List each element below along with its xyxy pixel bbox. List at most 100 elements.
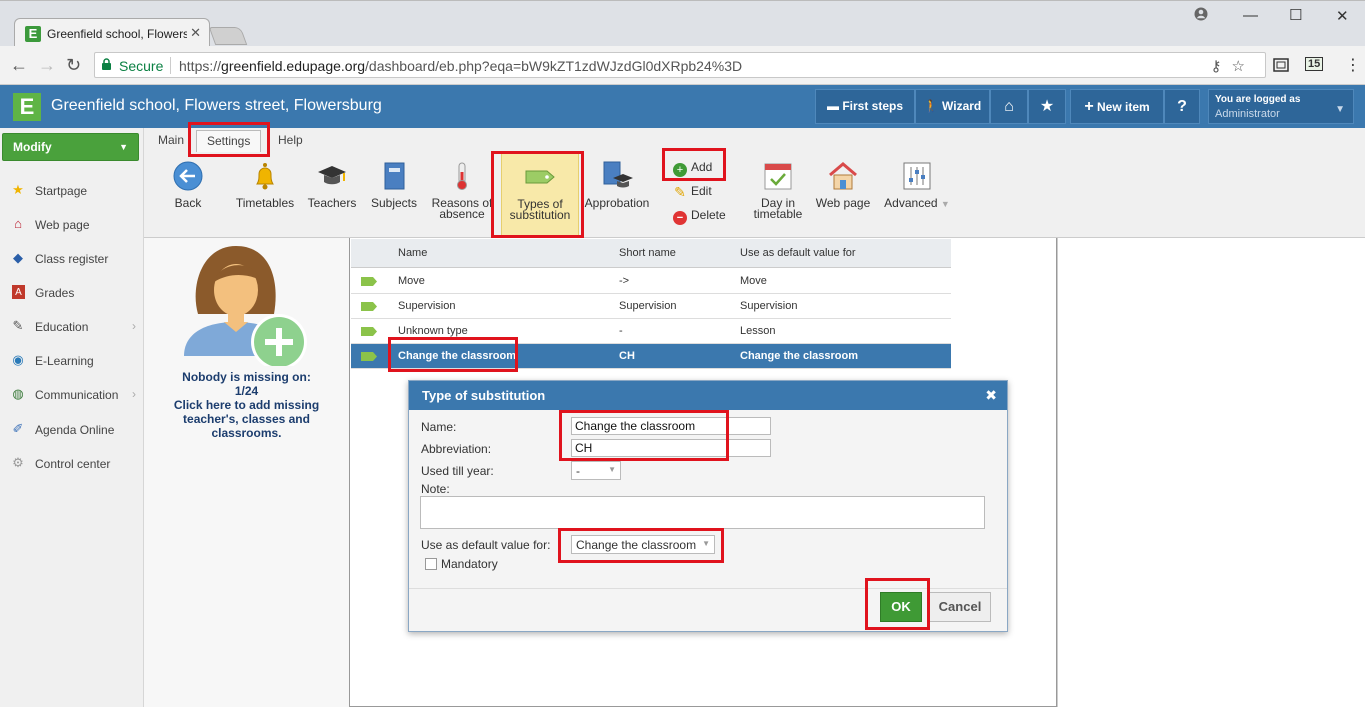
- table-row[interactable]: Move -> Move: [351, 269, 951, 294]
- sidebar-item-class-register[interactable]: ◆ Class register: [0, 244, 144, 274]
- education-icon: ✎: [12, 318, 24, 333]
- communication-icon: ◍: [12, 386, 24, 401]
- profile-icon[interactable]: [1194, 7, 1208, 25]
- sidebar-item-label: Communication: [35, 388, 119, 402]
- thermometer-icon: [457, 162, 467, 190]
- new-item-button[interactable]: + New item: [1070, 89, 1164, 124]
- forward-arrow-icon[interactable]: →: [38, 55, 56, 76]
- maximize-icon[interactable]: ☐: [1289, 6, 1302, 24]
- key-icon[interactable]: ⚷: [1211, 58, 1232, 75]
- sidebar-item-grades[interactable]: A Grades: [0, 278, 144, 308]
- chevron-down-icon: ▼: [702, 539, 710, 548]
- class-register-icon: ◆: [13, 250, 23, 265]
- add-button[interactable]: + Add: [673, 160, 712, 177]
- delete-button[interactable]: − Delete: [673, 208, 726, 225]
- advanced-text: Advanced: [884, 196, 938, 210]
- subjects-label: Subjects: [370, 196, 418, 210]
- dialog-title: Type of substitution: [422, 388, 546, 403]
- home-button[interactable]: ⌂: [990, 89, 1028, 124]
- day-label-line2: timetable: [753, 207, 803, 221]
- browser-tab[interactable]: E Greenfield school, Flowers street, Flo…: [14, 18, 210, 47]
- edupage-logo[interactable]: E: [13, 93, 41, 121]
- missing-panel[interactable]: Nobody is missing on: 1/24 Click here to…: [144, 238, 349, 707]
- column-header-short-name[interactable]: Short name: [619, 247, 676, 259]
- cancel-button[interactable]: Cancel: [929, 592, 991, 622]
- reload-icon[interactable]: ↻: [66, 55, 81, 76]
- timetables-label: Timetables: [235, 196, 295, 210]
- chrome-menu-icon[interactable]: ⋮: [1345, 55, 1361, 75]
- sidebar-item-control-center[interactable]: ⚙ Control center: [0, 449, 144, 479]
- day-in-timetable-button[interactable]: Day in timetable: [750, 160, 806, 220]
- user-menu[interactable]: You are logged as Administrator ▼: [1208, 89, 1354, 124]
- first-steps-button[interactable]: ▬ First steps: [815, 89, 915, 124]
- help-button[interactable]: ?: [1164, 89, 1200, 124]
- column-header-default[interactable]: Use as default value for: [740, 247, 856, 259]
- tab-settings[interactable]: Settings: [196, 130, 262, 152]
- avatar-add-icon: [184, 246, 307, 366]
- screen-capture-icon[interactable]: [1273, 58, 1289, 75]
- table-row-selected[interactable]: Change the classroom CH Change the class…: [351, 344, 951, 369]
- sidebar-item-agenda-online[interactable]: ✐ Agenda Online: [0, 415, 144, 445]
- secure-label: Secure: [119, 58, 164, 74]
- sidebar-item-education[interactable]: ✎ Education ›: [0, 312, 144, 342]
- back-button[interactable]: Back: [170, 160, 206, 209]
- web-page-button[interactable]: Web page: [814, 160, 872, 209]
- ribbon-toolbar: Main Settings Help Back Timetables Teach…: [144, 128, 1365, 238]
- dialog-header[interactable]: Type of substitution ✖: [409, 381, 1007, 410]
- elearning-icon: ◉: [12, 352, 24, 367]
- table-row[interactable]: Unknown type - Lesson: [351, 319, 951, 344]
- note-textarea[interactable]: [420, 496, 985, 529]
- subjects-button[interactable]: Subjects: [368, 160, 420, 209]
- tag-icon: [361, 327, 377, 336]
- browser-tab-title: Greenfield school, Flowers street, Flowe…: [47, 27, 187, 41]
- missing-line3: Click here to add missing: [173, 398, 320, 412]
- mandatory-checkbox[interactable]: [425, 558, 437, 570]
- close-window-icon[interactable]: ✕: [1336, 7, 1349, 25]
- used-till-year-select[interactable]: - ▼: [571, 461, 621, 480]
- name-input[interactable]: [571, 417, 771, 435]
- row-name: Move: [398, 275, 425, 287]
- default-value-select[interactable]: Change the classroom ▼: [571, 535, 715, 554]
- bookmark-star-icon[interactable]: ☆: [1232, 58, 1255, 75]
- advanced-button[interactable]: Advanced ▼: [882, 160, 952, 210]
- pencil-icon: ✎: [674, 184, 686, 200]
- abbreviation-input[interactable]: [571, 439, 771, 457]
- approbation-button[interactable]: Approbation: [584, 160, 650, 209]
- wizard-button[interactable]: 🚶 Wizard: [915, 89, 990, 124]
- ok-button[interactable]: OK: [880, 592, 922, 622]
- favorites-button[interactable]: ★: [1028, 89, 1066, 124]
- close-icon[interactable]: ✖: [985, 381, 997, 410]
- teachers-button[interactable]: Teachers: [306, 160, 358, 209]
- tab-main[interactable]: Main: [158, 133, 184, 147]
- star-icon: ★: [1039, 98, 1055, 115]
- sidebar-item-communication[interactable]: ◍ Communication ›: [0, 380, 144, 410]
- edit-button[interactable]: ✎ Edit: [673, 184, 712, 199]
- edupage-favicon-icon: E: [25, 26, 41, 42]
- back-arrow-icon[interactable]: ←: [10, 55, 28, 76]
- sidebar-item-web-page[interactable]: ⌂ Web page: [0, 210, 144, 240]
- sidebar-item-startpage[interactable]: ★ Startpage: [0, 176, 144, 206]
- table-row[interactable]: Supervision Supervision Supervision: [351, 294, 951, 319]
- column-header-name[interactable]: Name: [398, 247, 427, 259]
- delete-label: Delete: [691, 208, 726, 222]
- missing-info-text[interactable]: Nobody is missing on: 1/24 Click here to…: [144, 370, 349, 440]
- bell-icon: [256, 163, 274, 190]
- sidebar-item-e-learning[interactable]: ◉ E-Learning: [0, 346, 144, 376]
- reasons-of-absence-button[interactable]: Reasons of absence: [429, 160, 495, 220]
- grades-icon: A: [12, 285, 25, 299]
- modify-button[interactable]: Modify ▼: [2, 133, 139, 161]
- tab-help[interactable]: Help: [278, 133, 303, 147]
- right-panel: [1057, 238, 1365, 707]
- sidebar-item-label: Grades: [35, 286, 75, 300]
- mandatory-option[interactable]: Mandatory: [425, 557, 498, 571]
- url-input[interactable]: Secure https://greenfield.edupage.org/da…: [94, 52, 1266, 78]
- types-of-substitution-button[interactable]: Types of substitution: [501, 152, 579, 236]
- star-icon: ★: [12, 182, 24, 197]
- timetables-button[interactable]: Timetables: [234, 160, 296, 209]
- calendar-extension-icon[interactable]: 15: [1305, 57, 1324, 71]
- calendar-check-icon: [764, 163, 792, 190]
- tab-close-icon[interactable]: ✕: [190, 25, 201, 41]
- minimize-icon[interactable]: —: [1243, 7, 1258, 24]
- new-tab-button[interactable]: [208, 27, 248, 45]
- used-till-year-label: Used till year:: [421, 464, 494, 478]
